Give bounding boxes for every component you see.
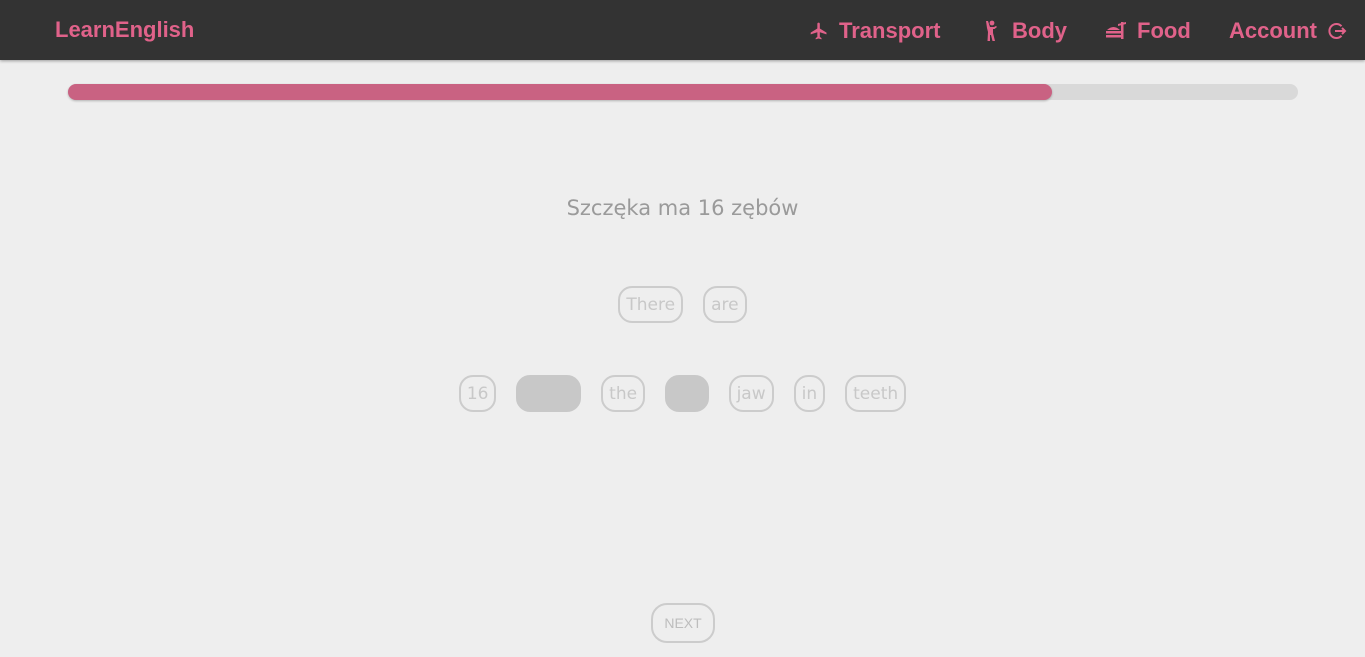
nav-item-transport[interactable]: Transport [809,17,940,45]
answer-word-chip[interactable]: are [703,286,747,323]
word-bank: 16 There thearejawinteeth [0,375,1365,412]
navbar: LearnEnglish Transport Body Food Account [0,0,1365,60]
word-bank-chip[interactable]: the [601,375,646,412]
nav-item-label: Food [1137,18,1191,43]
word-bank-chip[interactable]: 16 [458,375,497,412]
airplane-icon [809,21,829,41]
logout-icon [1327,21,1347,41]
nav-item-label: Transport [839,18,941,43]
nav-item-label: Account [1229,18,1317,43]
answer-area: There are [0,286,1365,323]
word-bank-chip[interactable]: jaw [728,375,774,412]
nav-item-account[interactable]: Account [1229,17,1347,45]
word-bank-chip-used[interactable]: There [516,375,582,412]
answer-word-chip[interactable]: There [618,286,684,323]
sentence-prompt: Szczęka ma 16 zębów [566,196,799,220]
progress-bar-fill [68,84,1052,100]
word-bank-chip-used[interactable]: are [665,375,709,412]
word-bank-chip[interactable]: teeth [845,375,907,412]
progress-bar [68,84,1298,100]
brand-link[interactable]: LearnEnglish [55,17,194,43]
word-bank-chip[interactable]: in [793,375,826,412]
nav-item-label: Body [1012,18,1067,43]
food-icon [1105,21,1127,41]
nav-item-food[interactable]: Food [1105,17,1191,45]
person-icon [982,20,1002,42]
next-button[interactable]: NEXT [651,603,715,643]
nav-item-body[interactable]: Body [982,17,1067,45]
